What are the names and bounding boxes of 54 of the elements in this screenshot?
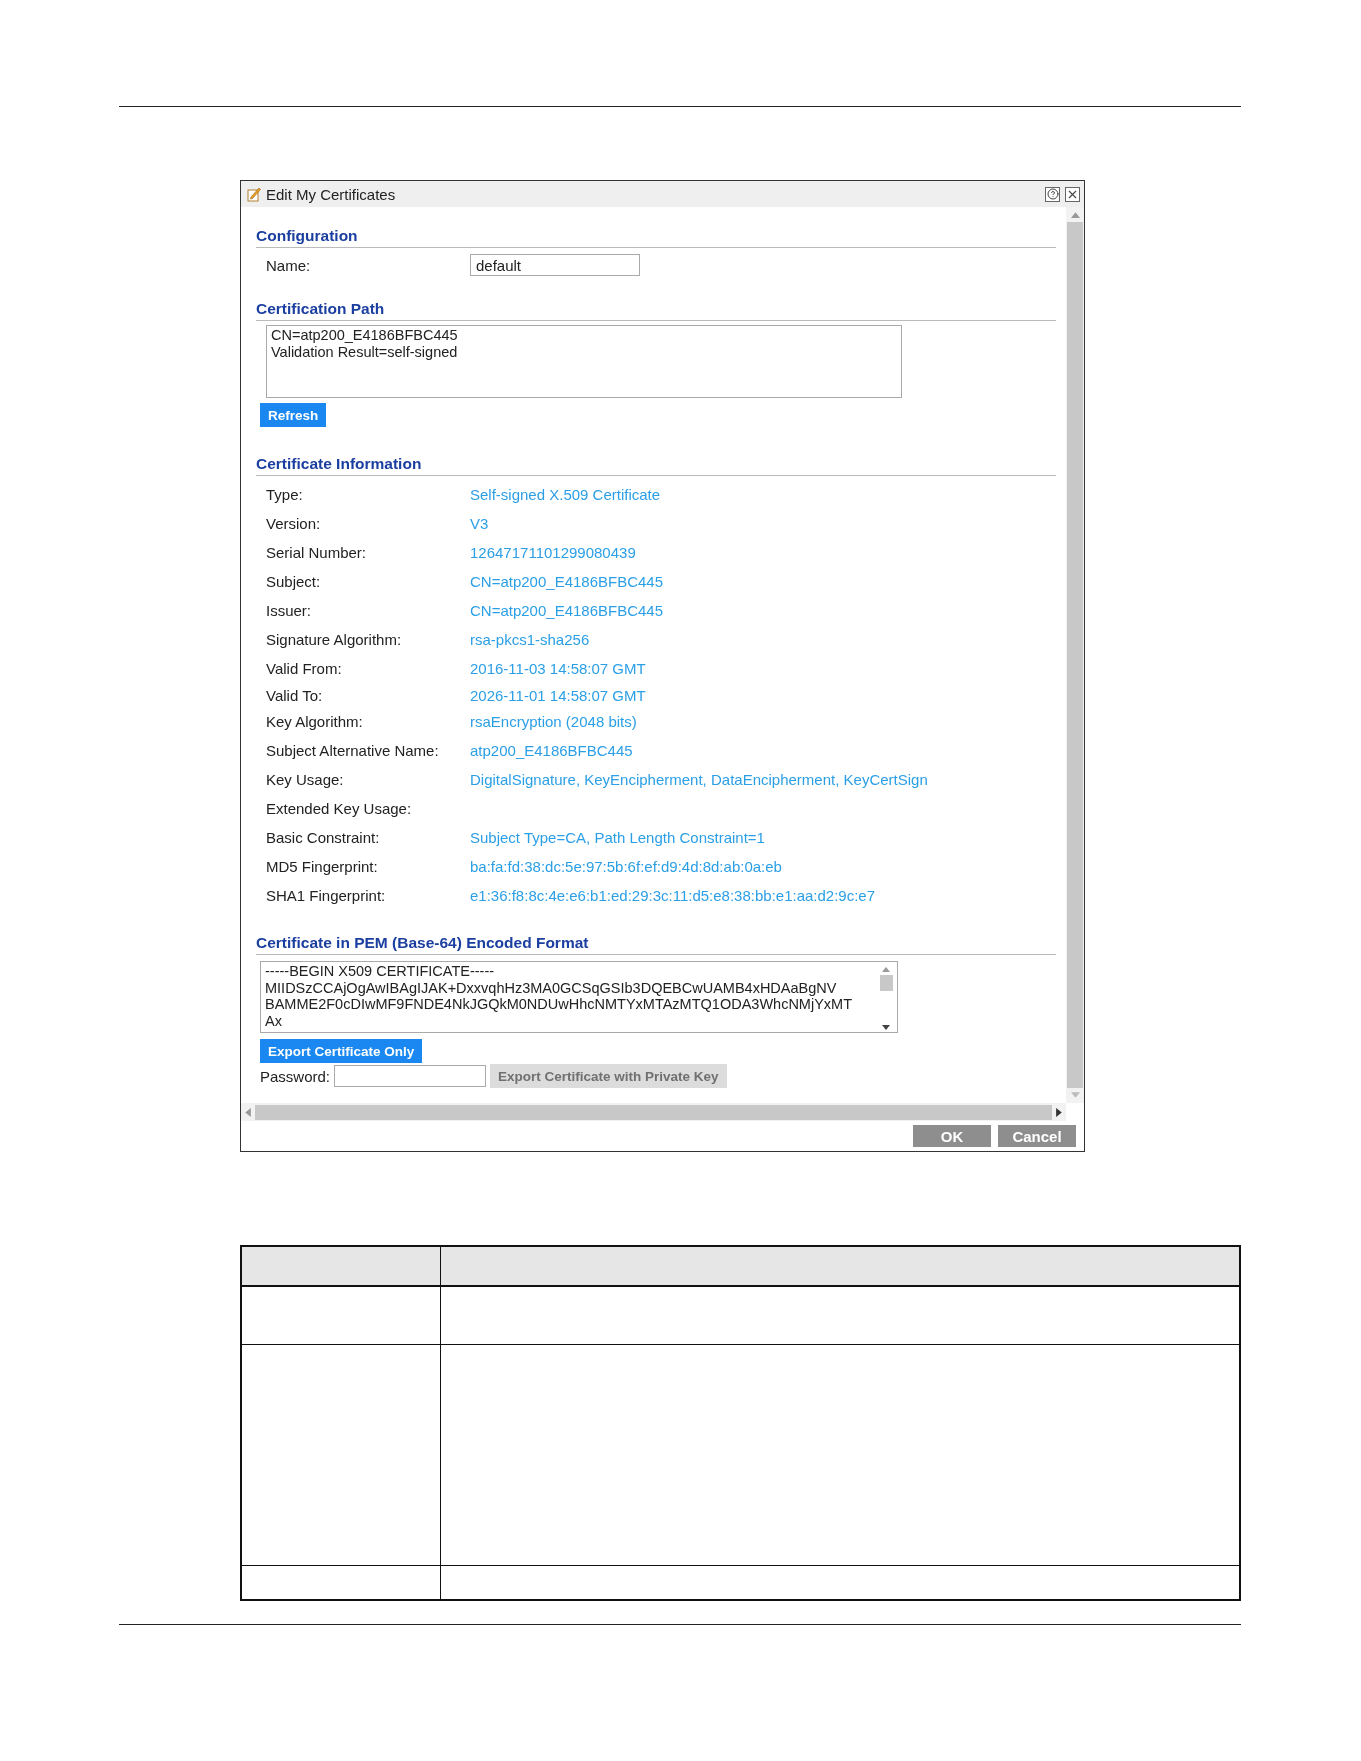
- scroll-right-icon[interactable]: [1056, 1107, 1063, 1117]
- info-label: Subject Alternative Name:: [266, 742, 440, 759]
- info-value: CN=atp200_E4186BFBC445: [470, 573, 664, 590]
- dialog-button[interactable]: Cancel: [998, 1125, 1076, 1147]
- refresh-button[interactable]: Refresh: [260, 403, 327, 427]
- scroll-left-icon[interactable]: [244, 1107, 251, 1117]
- dialog-button[interactable]: OK: [913, 1125, 991, 1147]
- pem-text-box[interactable]: -----BEGIN X509 CERTIFICATE----- MIIDSzCCAjOgAwIBAgIJAK+DxxvqhHz3MA0GCSqGSIb3DQEBCwUAMB4xHDAaBgNV BAMME2F0cDIwMF9FNDE4NkJGQkM0NDUwHhcNMTYxMTAzMTQ1ODA3WhcNMjYxMT Ax: [260, 961, 898, 1033]
- info-label: SHA1 Fingerprint:: [266, 887, 387, 904]
- edit-note-icon: [247, 186, 261, 202]
- info-value: V3: [470, 515, 489, 532]
- certification-path-box[interactable]: CN=atp200_E4186BFBC445 Validation Result=self-signed: [266, 325, 902, 398]
- section-heading: Certification Path: [256, 296, 1056, 321]
- info-value: DigitalSignature, KeyEncipherment, DataEncipherment, KeyCertSign: [470, 771, 928, 788]
- info-value: CN=atp200_E4186BFBC445: [470, 602, 664, 619]
- info-value: e1:36:f8:8c:4e:e6:b1:ed:29:3c:11:d5:e8:38:bb:e1:aa:d2:9c:e7: [470, 887, 876, 904]
- info-label: MD5 Fingerprint:: [266, 858, 379, 875]
- scroll-up-icon[interactable]: [1070, 211, 1080, 218]
- close-icon[interactable]: [1065, 186, 1080, 202]
- info-label: Valid From:: [266, 660, 343, 677]
- help-icon[interactable]: [1045, 186, 1060, 202]
- section-heading: Certificate in PEM (Base-64) Encoded Format: [256, 930, 1056, 955]
- horizontal-scrollbar[interactable]: [241, 1103, 1066, 1121]
- info-label: Type:: [266, 486, 304, 503]
- info-value: Self-signed X.509 Certificate: [470, 486, 661, 503]
- info-label: Valid To:: [266, 686, 324, 704]
- info-value: 12647171101299080439: [470, 544, 636, 561]
- info-label: Basic Constraint:: [266, 829, 381, 846]
- export-certificate-button[interactable]: Export Certificate Only: [260, 1039, 423, 1063]
- info-value: rsa-pkcs1-sha256: [470, 631, 590, 648]
- dialog-title: Edit My Certificates: [266, 185, 397, 203]
- name-field[interactable]: default: [470, 254, 640, 276]
- field-label: Name:: [266, 256, 312, 274]
- info-label: Subject:: [266, 573, 322, 590]
- info-label: Serial Number:: [266, 544, 368, 561]
- info-value: 2016-11-03 14:58:07 GMT: [470, 660, 646, 677]
- info-value: rsaEncryption (2048 bits): [470, 713, 637, 730]
- section-heading: Configuration: [256, 223, 1056, 248]
- scroll-down-icon[interactable]: [882, 1025, 890, 1031]
- password-field[interactable]: [334, 1065, 487, 1087]
- section-heading: Certificate Information: [256, 451, 1056, 476]
- info-label: Key Usage:: [266, 771, 345, 788]
- info-value: 2026-11-01 14:58:07 GMT: [470, 686, 646, 704]
- info-label: Signature Algorithm:: [266, 631, 403, 648]
- info-value: ba:fa:fd:38:dc:5e:97:5b:6f:ef:d9:4d:8d:ab:0a:eb: [470, 858, 782, 875]
- info-label: Issuer:: [266, 602, 312, 619]
- scroll-up-icon[interactable]: [882, 966, 890, 972]
- info-label: Version:: [266, 515, 322, 532]
- vertical-scrollbar[interactable]: [1066, 207, 1084, 1103]
- info-value: Subject Type=CA, Path Length Constraint=1: [470, 829, 765, 846]
- info-label: Extended Key Usage:: [266, 800, 413, 817]
- field-label: Password:: [260, 1067, 331, 1085]
- info-label: Key Algorithm:: [266, 713, 364, 730]
- info-value: atp200_E4186BFBC445: [470, 742, 633, 759]
